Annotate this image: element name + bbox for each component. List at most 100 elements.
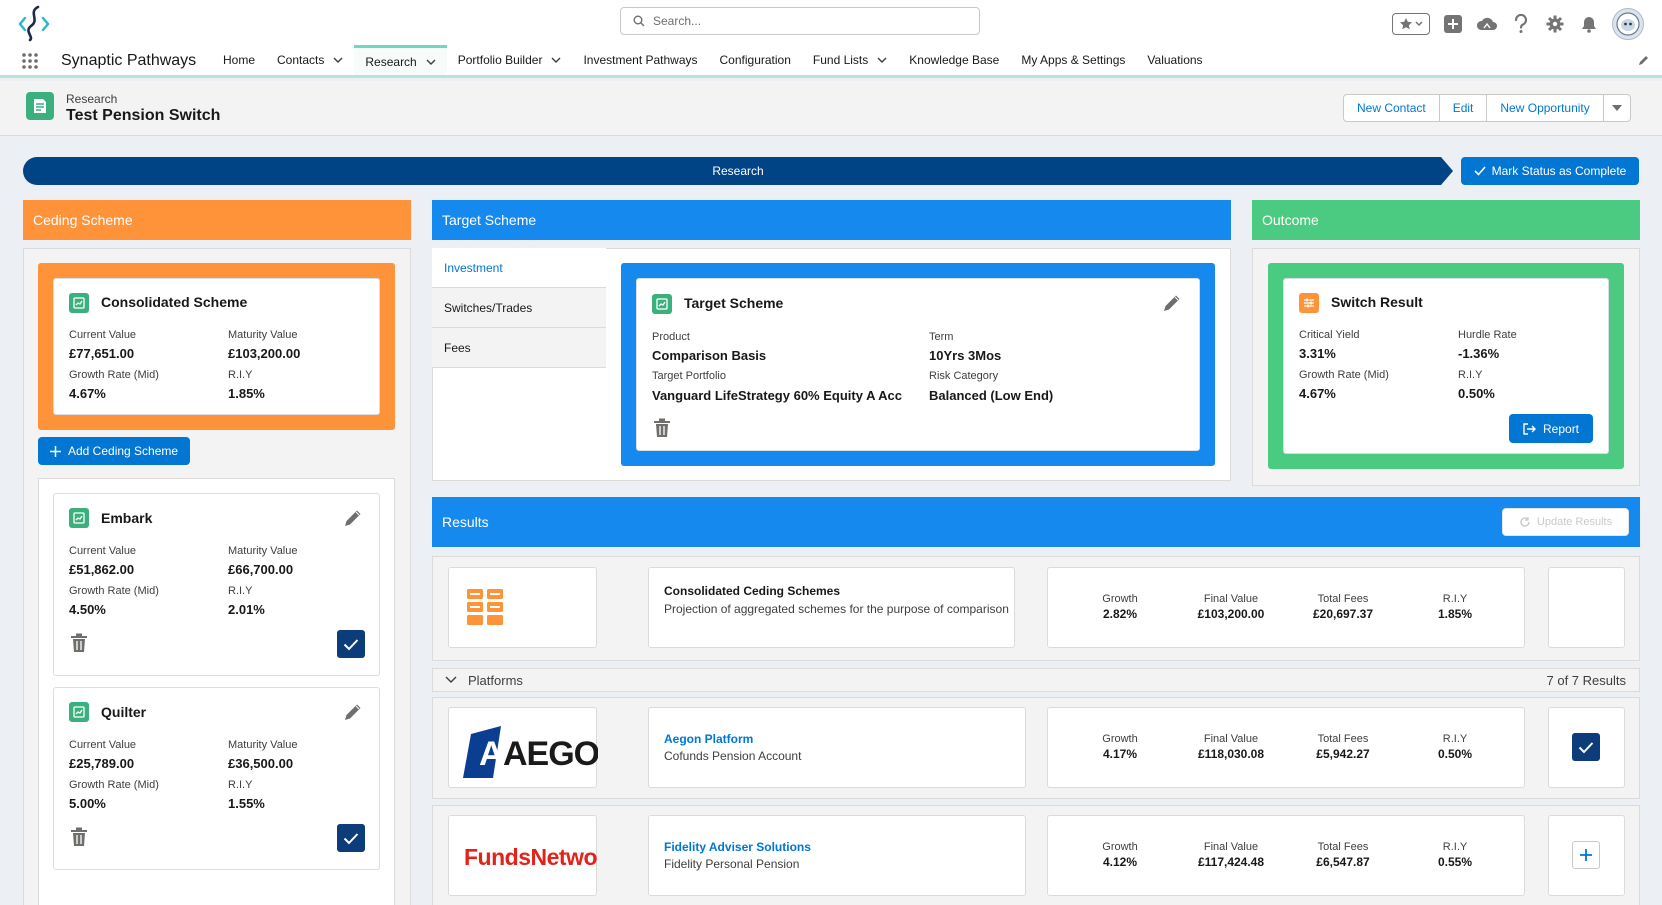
riy-stat: R.I.Y 0.55%	[1405, 841, 1505, 869]
product-value: Comparison Basis	[652, 348, 767, 363]
nav-item-portfolio-builder[interactable]: Portfolio Builder	[447, 45, 573, 75]
trailhead-button[interactable]	[1476, 13, 1498, 35]
tab-investment[interactable]: Investment	[432, 248, 606, 288]
stat-value: 1.85%	[1437, 607, 1473, 621]
edit-nav-button[interactable]	[1638, 54, 1650, 66]
platform-name-link[interactable]: Fidelity Adviser Solutions	[664, 840, 811, 854]
pencil-icon	[345, 510, 361, 526]
favorites-button[interactable]	[1392, 13, 1430, 35]
notifications-button[interactable]	[1578, 13, 1600, 35]
stat-label: Total Fees	[1317, 733, 1369, 745]
growth-rate-label: Growth Rate (Mid)	[69, 585, 159, 597]
mark-status-complete-button[interactable]: Mark Status as Complete	[1461, 157, 1639, 185]
growth-rate-label: Growth Rate (Mid)	[69, 779, 159, 791]
edit-button[interactable]: Edit	[1438, 94, 1488, 122]
more-actions-button[interactable]	[1602, 94, 1631, 122]
app-logo[interactable]	[16, 4, 52, 42]
term-value: 10Yrs 3Mos	[929, 348, 1002, 363]
update-results-button[interactable]: Update Results	[1502, 508, 1629, 536]
platforms-label: Platforms	[468, 672, 523, 688]
platforms-section-header[interactable]: Platforms 7 of 7 Results	[432, 668, 1640, 692]
platform-name-link[interactable]: Aegon Platform	[664, 732, 753, 746]
report-button[interactable]: Report	[1509, 414, 1594, 443]
nav-item-research[interactable]: Research	[354, 45, 447, 75]
edit-scheme-button[interactable]	[343, 702, 363, 722]
platform-logo-box: A AEGON	[448, 707, 598, 788]
help-button[interactable]	[1510, 13, 1532, 35]
stat-value: £118,030.08	[1197, 747, 1265, 761]
scheme-selected-checkbox[interactable]	[337, 630, 365, 658]
chevron-down-icon	[1415, 21, 1423, 27]
stat-label: Total Fees	[1317, 593, 1369, 605]
scheme-selected-checkbox[interactable]	[337, 824, 365, 852]
target-portfolio-label: Target Portfolio	[652, 370, 726, 382]
nav-label: Fund Lists	[812, 53, 869, 67]
nav-item-valuations[interactable]: Valuations	[1136, 45, 1213, 75]
add-platform-button[interactable]	[1572, 841, 1600, 869]
nav-item-investment-pathways[interactable]: Investment Pathways	[572, 45, 708, 75]
platform-product: Cofunds Pension Account	[664, 749, 802, 763]
app-launcher-button[interactable]	[22, 53, 38, 69]
tab-fees[interactable]: Fees	[432, 328, 606, 368]
new-contact-button[interactable]: New Contact	[1343, 94, 1440, 122]
total-fees-stat: Total Fees £6,547.87	[1293, 841, 1393, 869]
riy-value: 1.85%	[228, 386, 265, 401]
edit-target-button[interactable]	[1162, 293, 1182, 313]
growth-rate-label: Growth Rate (Mid)	[69, 369, 159, 381]
tab-switches-trades[interactable]: Switches/Trades	[432, 288, 606, 328]
delete-target-button[interactable]	[653, 418, 671, 438]
global-search-input[interactable]: Search...	[620, 7, 980, 35]
maturity-value-label: Maturity Value	[228, 739, 298, 751]
nav-item-my-apps-settings[interactable]: My Apps & Settings	[1010, 45, 1136, 75]
add-ceding-scheme-button[interactable]: Add Ceding Scheme	[38, 437, 191, 465]
stat-label: Final Value	[1203, 841, 1259, 853]
global-actions-button[interactable]	[1442, 13, 1464, 35]
delete-scheme-button[interactable]	[70, 633, 88, 653]
refresh-icon	[1520, 517, 1530, 527]
plus-icon	[1580, 849, 1592, 861]
fundsnetwork-logo-text: FundsNetwork	[464, 844, 598, 870]
path-stage-research[interactable]: Research	[23, 157, 1453, 185]
platform-selected-checkbox[interactable]	[1572, 733, 1600, 761]
edit-scheme-button[interactable]	[343, 508, 363, 528]
nav-label: Portfolio Builder	[457, 53, 543, 67]
delete-scheme-button[interactable]	[70, 827, 88, 847]
chart-icon	[652, 294, 672, 314]
tab-label: Switches/Trades	[444, 300, 533, 315]
current-value: £25,789.00	[69, 756, 135, 771]
chevron-down-icon[interactable]	[426, 57, 436, 67]
user-avatar[interactable]	[1612, 8, 1644, 40]
nav-item-fund-lists[interactable]: Fund Lists	[802, 45, 898, 75]
nav-label: Investment Pathways	[583, 53, 698, 67]
setup-button[interactable]	[1544, 13, 1566, 35]
export-icon	[1523, 422, 1536, 435]
nav-item-knowledge-base[interactable]: Knowledge Base	[898, 45, 1010, 75]
target-scheme-card: Target Scheme Product Comparison Basis T…	[636, 278, 1200, 451]
chevron-down-icon[interactable]	[551, 55, 561, 65]
new-opportunity-button[interactable]: New Opportunity	[1486, 94, 1604, 122]
target-portfolio-value: Vanguard LifeStrategy 60% Equity A Acc	[652, 388, 902, 403]
growth-stat: Growth 4.12%	[1070, 841, 1170, 869]
platform-stats-box: Growth 4.17% Final Value £118,030.08 Total…	[1047, 707, 1525, 788]
stat-value: 0.55%	[1437, 855, 1473, 869]
nav-item-configuration[interactable]: Configuration	[709, 45, 802, 75]
chevron-down-icon[interactable]	[333, 55, 343, 65]
current-value-label: Current Value	[69, 545, 137, 557]
stat-value: 4.17%	[1102, 747, 1138, 761]
check-icon	[343, 832, 359, 844]
nav-label: Configuration	[719, 53, 791, 67]
pencil-icon	[1164, 295, 1180, 311]
app-navigation-bar: Synaptic Pathways Home Contacts Research…	[0, 45, 1662, 78]
aegon-logo: A AEGON	[463, 726, 598, 778]
nav-item-home[interactable]: Home	[212, 45, 266, 75]
consolidated-scheme-card: Consolidated Scheme Current Value £77,65…	[53, 278, 380, 415]
growth-rate-label: Growth Rate (Mid)	[1299, 369, 1389, 381]
research-record-icon	[26, 92, 54, 120]
critical-yield-label: Critical Yield	[1299, 329, 1360, 341]
stat-label: Growth	[1102, 733, 1138, 745]
nav-item-contacts[interactable]: Contacts	[266, 45, 354, 75]
pencil-icon	[345, 704, 361, 720]
chevron-down-icon[interactable]	[877, 55, 887, 65]
nav-items: Home Contacts Research Portfolio Builder…	[212, 45, 1214, 75]
critical-yield-value: 3.31%	[1299, 346, 1336, 361]
